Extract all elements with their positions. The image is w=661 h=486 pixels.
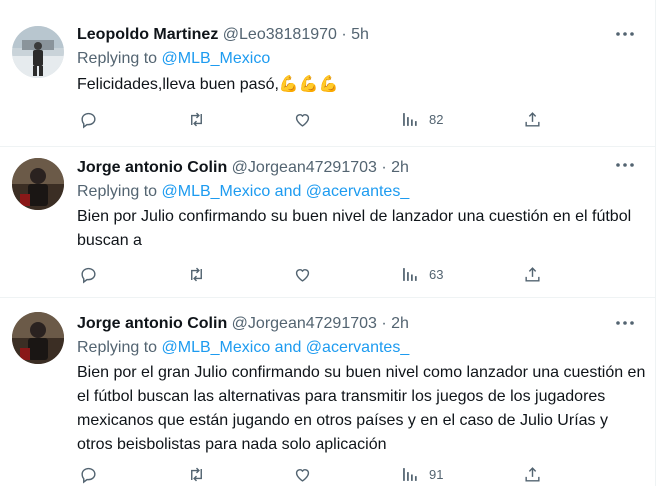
views-count: 82	[429, 111, 444, 127]
views-button[interactable]: 63	[400, 264, 443, 284]
views-icon	[403, 467, 417, 481]
tweet-header: Leopoldo Martinez @Leo38181970 · 5h	[77, 24, 369, 46]
share-icon	[525, 111, 540, 127]
share-button[interactable]	[523, 264, 542, 284]
replying-to: Replying to @MLB_Mexico and @acervantes_	[77, 181, 409, 203]
retweet-button[interactable]	[187, 464, 206, 484]
timestamp[interactable]: 5h	[351, 26, 369, 43]
author-name[interactable]: Jorge antonio Colin	[77, 315, 227, 332]
replying-prefix: Replying to	[77, 50, 162, 67]
more-icon[interactable]	[613, 313, 637, 333]
retweet-icon	[191, 467, 202, 481]
replying-to: Replying to @MLB_Mexico and @acervantes_	[77, 337, 409, 359]
views-button[interactable]: 82	[400, 109, 443, 129]
author-name[interactable]: Jorge antonio Colin	[77, 159, 227, 176]
separator-dot: ·	[381, 315, 387, 332]
tweet-text: Bien por el gran Julio confirmando su bu…	[77, 364, 646, 453]
share-icon	[525, 466, 540, 482]
like-button[interactable]	[293, 464, 312, 484]
avatar[interactable]	[12, 158, 64, 210]
reply-button[interactable]	[79, 109, 98, 129]
views-count: 63	[429, 266, 444, 282]
replying-to-link[interactable]: @MLB_Mexico and @acervantes_	[162, 183, 410, 200]
tweet-header: Jorge antonio Colin @Jorgean47291703 · 2…	[77, 313, 409, 335]
separator-dot: ·	[341, 26, 347, 43]
avatar[interactable]	[12, 26, 64, 78]
tweet-actions: 91	[77, 464, 547, 484]
separator-dot: ·	[381, 159, 387, 176]
views-icon	[403, 112, 417, 126]
reply-button[interactable]	[79, 264, 98, 284]
share-button[interactable]	[523, 464, 542, 484]
retweet-button[interactable]	[187, 109, 206, 129]
reply-button[interactable]	[79, 464, 98, 484]
replying-prefix: Replying to	[77, 339, 162, 356]
replying-prefix: Replying to	[77, 183, 162, 200]
tweet-actions: 63	[77, 264, 547, 284]
like-button[interactable]	[293, 109, 312, 129]
tweet-header: Jorge antonio Colin @Jorgean47291703 · 2…	[77, 157, 409, 179]
share-icon	[525, 266, 540, 282]
reply-icon	[81, 112, 96, 128]
heart-icon	[295, 113, 310, 127]
retweet-icon	[191, 267, 202, 281]
author-name[interactable]: Leopoldo Martinez	[77, 26, 218, 43]
like-button[interactable]	[293, 264, 312, 284]
heart-icon	[295, 268, 310, 282]
tweet-text: Bien por Julio confirmando su buen nivel…	[77, 208, 632, 249]
more-icon[interactable]	[613, 24, 637, 44]
avatar[interactable]	[12, 312, 64, 364]
views-icon	[403, 267, 417, 281]
author-handle[interactable]: @Leo38181970	[223, 26, 337, 43]
tweet-actions: 82	[77, 109, 547, 129]
author-handle[interactable]: @Jorgean47291703	[232, 315, 377, 332]
replying-to-link[interactable]: @MLB_Mexico and @acervantes_	[162, 339, 410, 356]
replying-to: Replying to @MLB_Mexico	[77, 48, 270, 70]
views-count: 91	[429, 466, 444, 482]
author-handle[interactable]: @Jorgean47291703	[232, 159, 377, 176]
reply-icon	[81, 467, 96, 483]
reply-feed: Leopoldo Martinez @Leo38181970 · 5h Repl…	[0, 0, 656, 486]
share-button[interactable]	[523, 109, 542, 129]
more-icon[interactable]	[613, 155, 637, 175]
retweet-icon	[191, 112, 202, 126]
timestamp[interactable]: 2h	[391, 159, 409, 176]
retweet-button[interactable]	[187, 264, 206, 284]
timestamp[interactable]: 2h	[391, 315, 409, 332]
views-button[interactable]: 91	[400, 464, 443, 484]
tweet-text: Felicidades,lleva buen pasó,💪💪💪	[77, 76, 339, 93]
replying-to-link[interactable]: @MLB_Mexico	[162, 50, 271, 67]
reply-icon	[81, 267, 96, 283]
heart-icon	[295, 468, 310, 482]
